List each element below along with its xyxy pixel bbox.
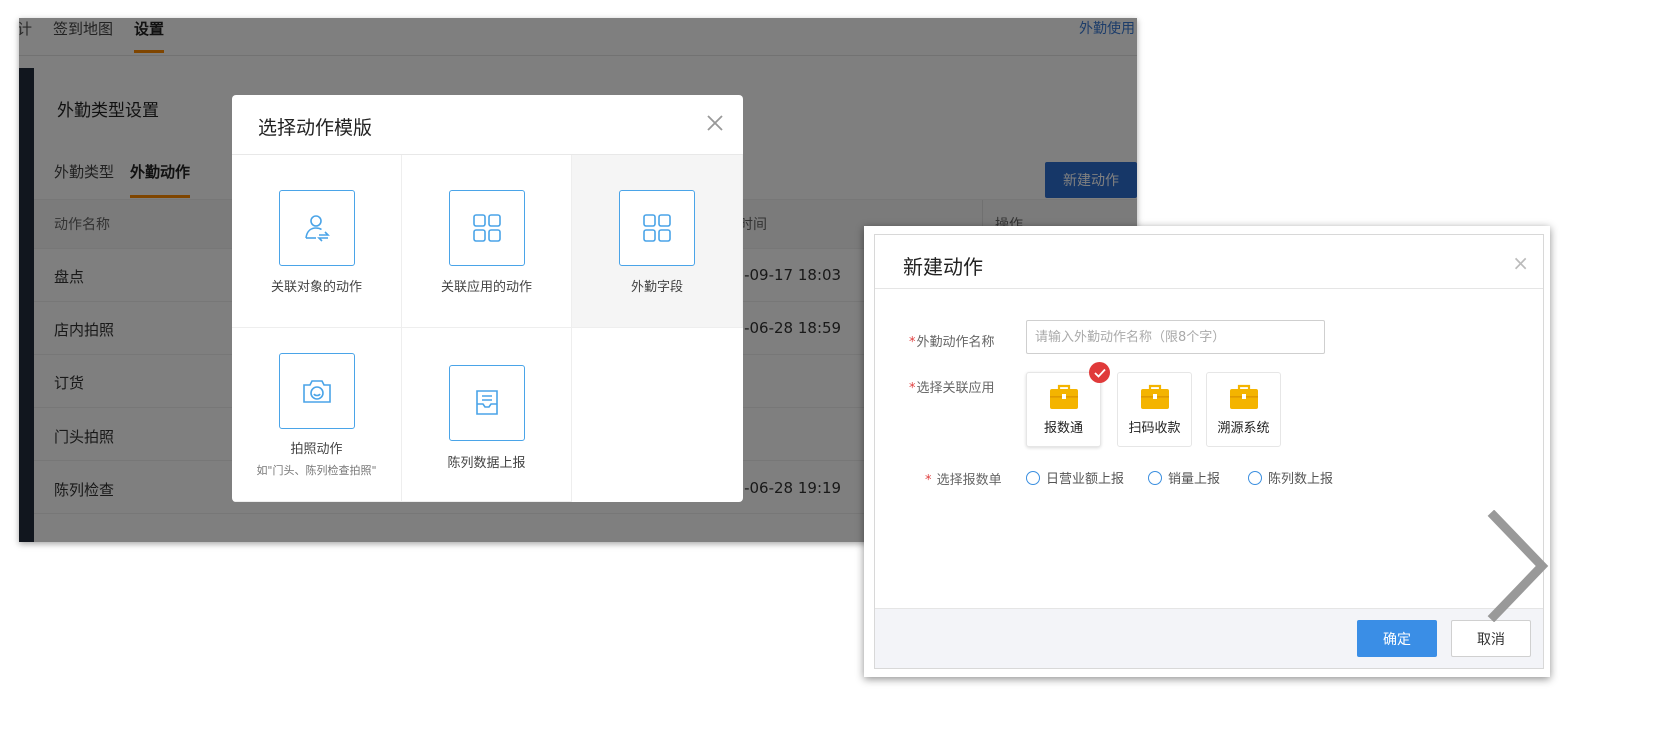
radio-button[interactable] [1148, 470, 1162, 485]
label-text: 选择关联应用 [916, 381, 995, 396]
radio-button[interactable] [1248, 470, 1262, 485]
tile-label: 陈列数据上报 [447, 456, 526, 471]
chevron-right-icon[interactable] [1484, 509, 1554, 623]
required-mark: * [925, 473, 932, 488]
app-card-scan-pay[interactable]: 扫码收款 [1117, 372, 1192, 447]
camera-icon [279, 353, 355, 429]
app-card-traceability[interactable]: 溯源系统 [1206, 372, 1281, 447]
tile-label: 关联对象的动作 [270, 280, 362, 295]
template-grid: 关联对象的动作 关联应用的动作 外勤字段 拍照动作 如"门头、陈列检查拍照" 陈… [232, 155, 743, 502]
template-tile-photo[interactable]: 拍照动作 如"门头、陈列检查拍照" [232, 328, 402, 502]
tile-label: 外勤字段 [630, 280, 683, 295]
field-grid-icon [619, 190, 695, 266]
label-text: 选择报数单 [932, 473, 1002, 488]
close-icon[interactable] [703, 111, 727, 135]
inbox-tray-icon [449, 365, 525, 441]
radio-daily-revenue[interactable]: 日营业额上报 [1026, 468, 1124, 487]
app-card-baoshutong[interactable]: 报数通 [1026, 362, 1110, 447]
radio-display-count[interactable]: 陈列数上报 [1248, 468, 1333, 487]
required-mark: * [909, 381, 916, 396]
tile-description: 如"门头、陈列检查拍照" [256, 464, 377, 477]
tile-label: 关联应用的动作 [440, 280, 532, 295]
template-tile-display-report[interactable]: 陈列数据上报 [402, 328, 572, 502]
confirm-button[interactable]: 确定 [1357, 620, 1437, 657]
app-grid-icon [449, 190, 525, 266]
app-label: 扫码收款 [1128, 421, 1181, 436]
cancel-button[interactable]: 取消 [1451, 620, 1531, 657]
required-mark: * [909, 335, 916, 350]
report-form-label: * 选择报数单 [925, 469, 1002, 488]
label-text: 外勤动作名称 [916, 335, 995, 350]
template-tile-related-object[interactable]: 关联对象的动作 [232, 155, 402, 328]
briefcase-icon [1049, 384, 1079, 414]
briefcase-icon [1140, 384, 1170, 414]
app-label: 报数通 [1043, 421, 1083, 436]
radio-label: 销量上报 [1168, 472, 1221, 487]
related-app-label: *选择关联应用 [909, 377, 995, 396]
modal-header: 选择动作模版 [232, 95, 743, 155]
action-name-input[interactable] [1026, 320, 1325, 354]
dialog-footer: 确定 取消 [875, 608, 1543, 668]
radio-sales-volume[interactable]: 销量上报 [1148, 468, 1220, 487]
briefcase-icon [1229, 384, 1259, 414]
action-name-label: *外勤动作名称 [909, 331, 995, 350]
dialog-title: 新建动作 [903, 255, 983, 279]
new-action-dialog: 新建动作 × *外勤动作名称 *选择关联应用 报数通 扫码收款 溯源系统 [874, 234, 1544, 669]
radio-label: 日营业额上报 [1046, 472, 1125, 487]
close-icon[interactable]: × [1512, 253, 1529, 273]
template-tile-field[interactable]: 外勤字段 [572, 155, 743, 328]
modal-title: 选择动作模版 [258, 117, 373, 139]
person-link-icon [279, 190, 355, 266]
tile-label: 拍照动作 [290, 442, 343, 457]
dialog-header: 新建动作 × [875, 235, 1543, 289]
radio-button[interactable] [1026, 470, 1040, 485]
new-action-dialog-screenshot: 新建动作 × *外勤动作名称 *选择关联应用 报数通 扫码收款 溯源系统 [864, 226, 1550, 677]
template-tile-related-app[interactable]: 关联应用的动作 [402, 155, 572, 328]
template-select-modal: 选择动作模版 关联对象的动作 关联应用的动作 外勤字段 拍照动作 如"门头、陈列… [232, 95, 743, 502]
check-icon [1089, 362, 1110, 383]
radio-label: 陈列数上报 [1268, 472, 1334, 487]
app-label: 溯源系统 [1217, 421, 1270, 436]
